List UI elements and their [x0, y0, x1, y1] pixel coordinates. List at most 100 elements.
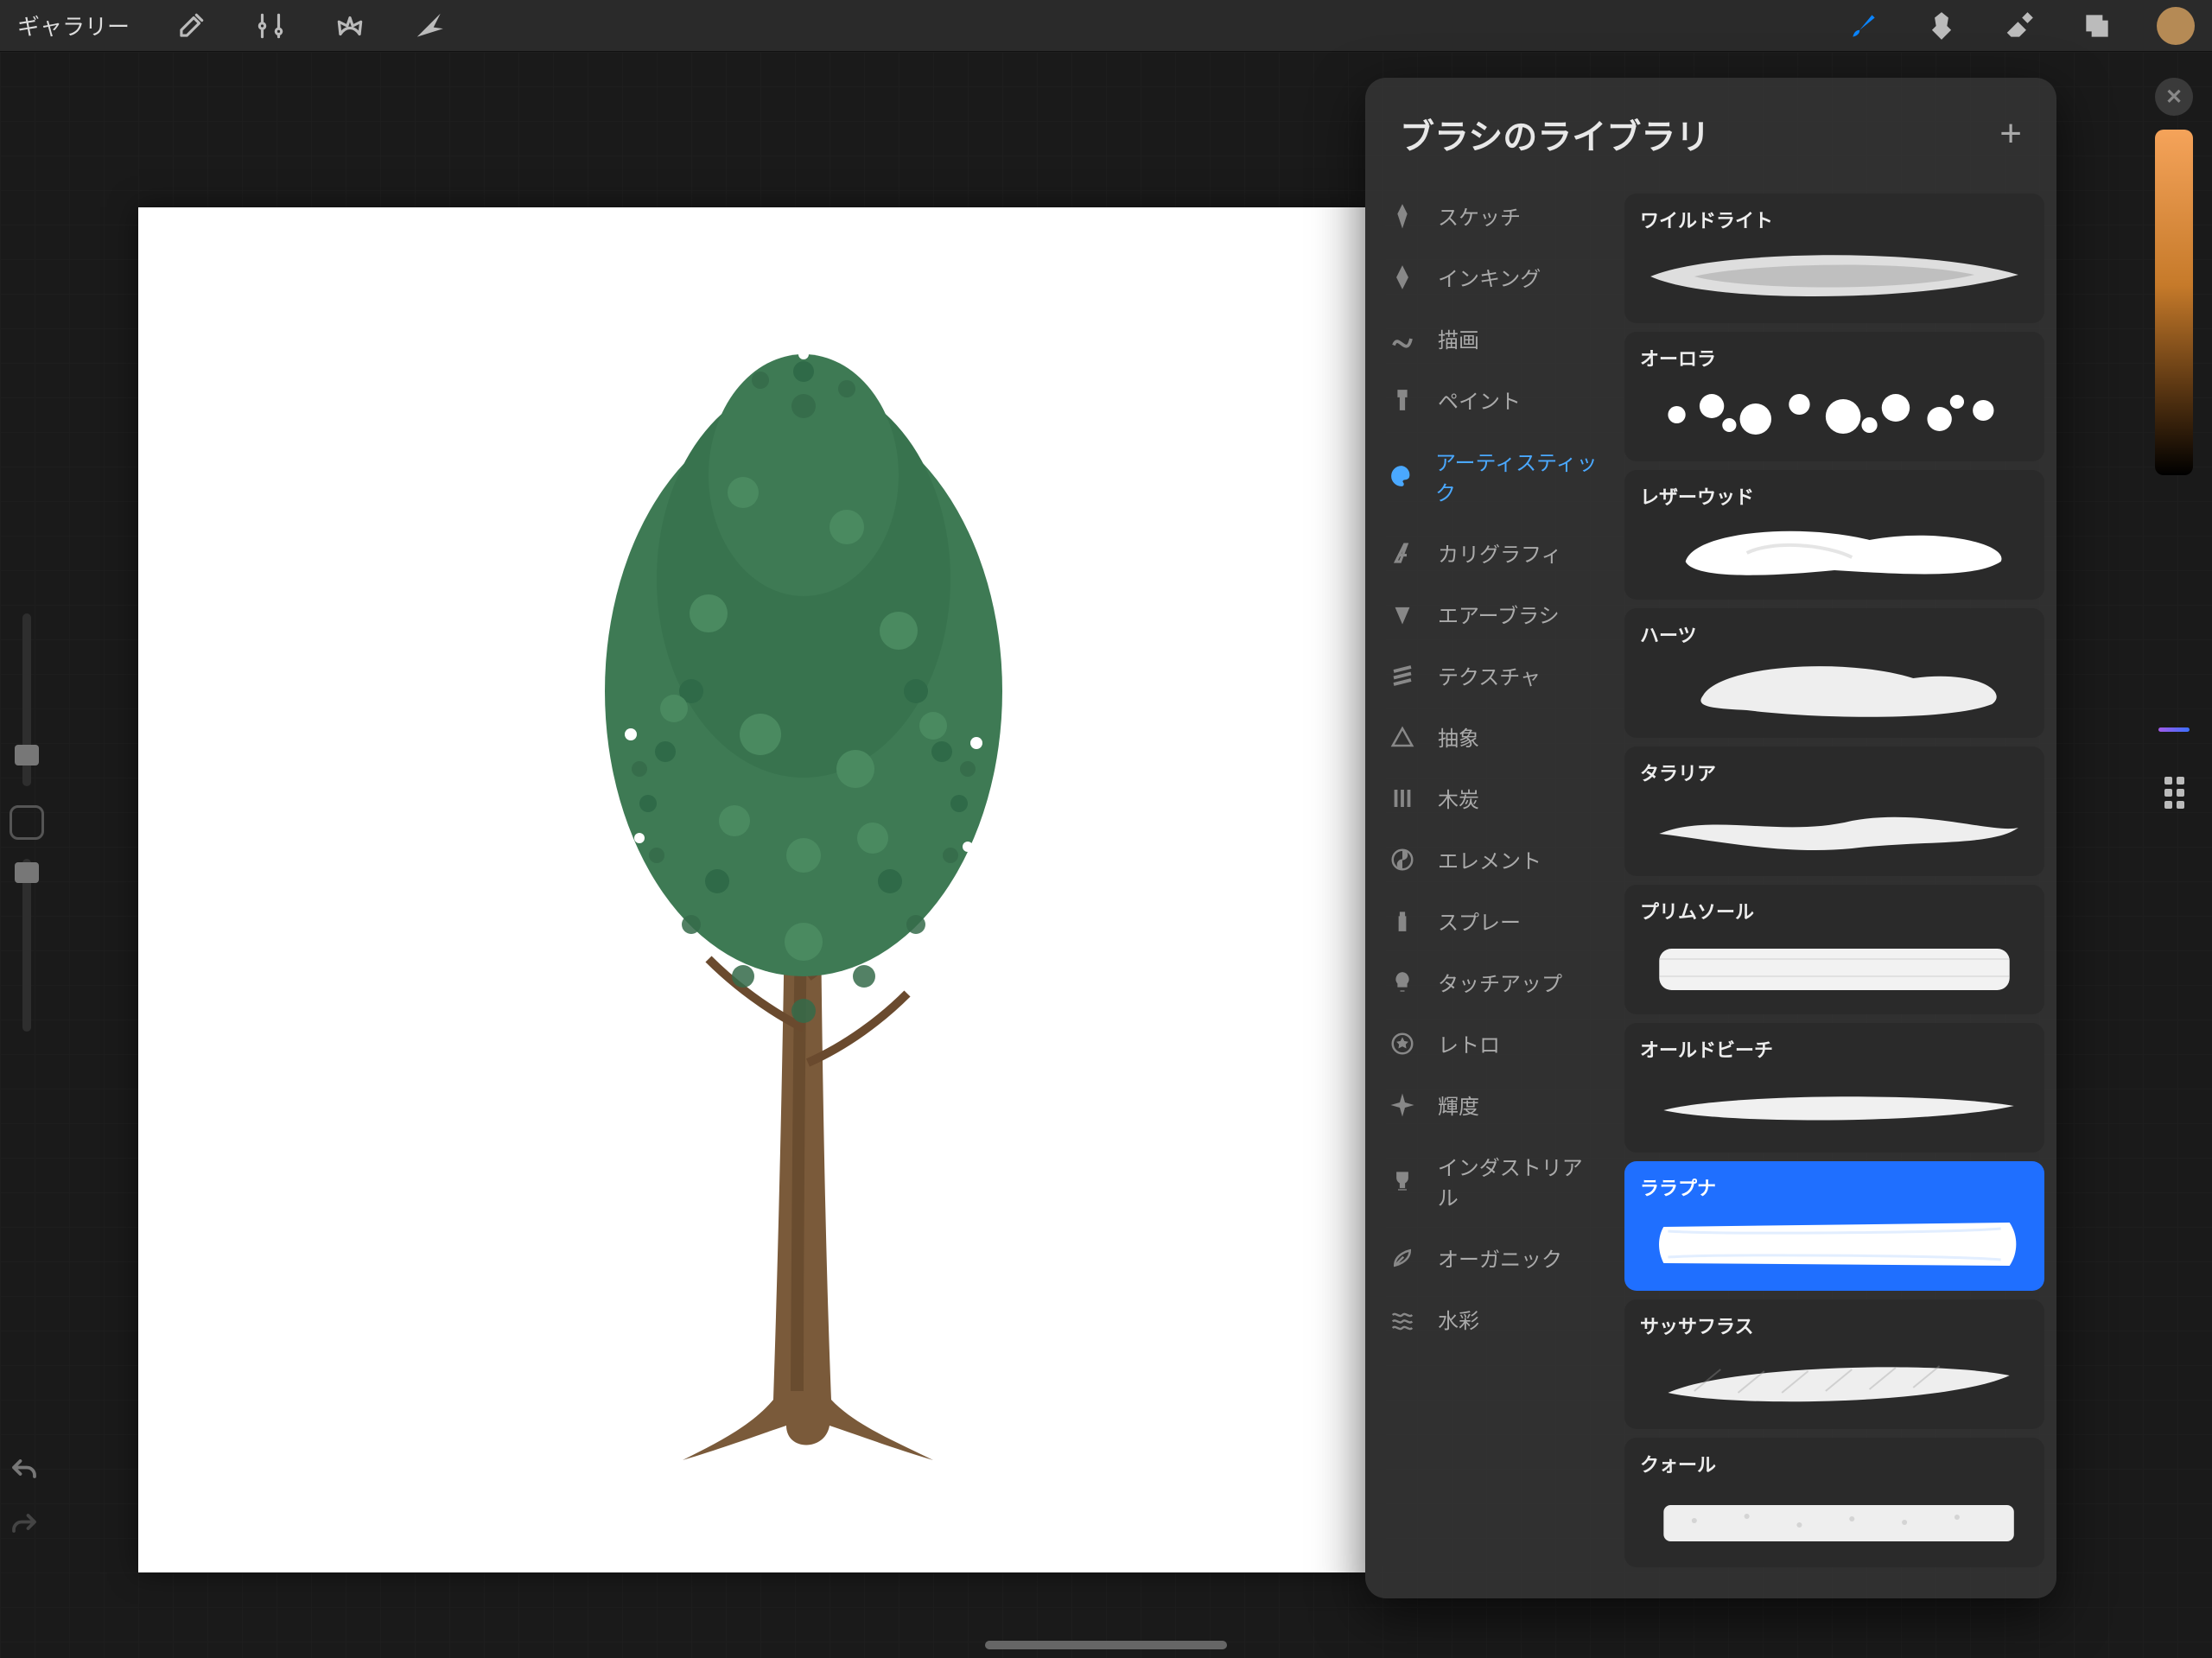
category-label: テクスチャ — [1438, 660, 1541, 690]
color-swatch[interactable] — [2157, 7, 2195, 45]
palette-grid-icon[interactable] — [2158, 777, 2190, 808]
category-label: 木炭 — [1438, 783, 1479, 813]
brush-name: オールドビーチ — [1640, 1035, 2029, 1063]
category-label: ペイント — [1438, 384, 1521, 415]
brush-category-item[interactable]: 抽象 — [1365, 706, 1624, 767]
category-label: インキング — [1438, 262, 1541, 292]
category-label: カリグラフィ — [1438, 537, 1562, 568]
right-color-sidebar: ✕ — [2148, 78, 2200, 808]
brush-category-list[interactable]: スケッチインキング描画ペイントアーティスティックカリグラフィエアーブラシテクスチ… — [1365, 180, 1624, 1598]
category-label: エレメント — [1438, 844, 1541, 874]
brush-opacity-slider[interactable] — [22, 859, 31, 1032]
brush-category-item[interactable]: 木炭 — [1365, 767, 1624, 829]
brush-category-item[interactable]: 描画 — [1365, 308, 1624, 369]
close-icon[interactable]: ✕ — [2155, 78, 2193, 116]
brush-stroke-preview — [1642, 1201, 2027, 1279]
brush-category-item[interactable]: エアーブラシ — [1365, 583, 1624, 645]
brush-item[interactable]: オーロラ — [1624, 332, 2044, 461]
brush-list[interactable]: ワイルドライトオーロラレザーウッドハーツタラリアプリムソールオールドビーチララプ… — [1624, 180, 2056, 1598]
squiggle-icon — [1388, 324, 1417, 353]
bars-icon — [1388, 784, 1417, 813]
gallery-button[interactable]: ギャラリー — [17, 10, 130, 41]
brush-item[interactable]: ハーツ — [1624, 608, 2044, 738]
brush-item[interactable]: レザーウッド — [1624, 470, 2044, 600]
wrench-icon[interactable] — [173, 8, 209, 44]
smudge-tool-icon[interactable] — [1923, 8, 1960, 44]
brush-category-item[interactable]: インキング — [1365, 246, 1624, 308]
category-label: アーティスティック — [1435, 446, 1602, 506]
hatch-icon — [1388, 661, 1417, 690]
fountain-icon — [1388, 263, 1417, 292]
brush-name: プリムソール — [1640, 897, 2029, 924]
brush-category-item[interactable]: インダストリアル — [1365, 1135, 1624, 1227]
brush-stroke-preview — [1642, 1063, 2027, 1140]
category-label: オーガニック — [1438, 1242, 1562, 1273]
brush-category-item[interactable]: エレメント — [1365, 829, 1624, 890]
category-label: インダストリアル — [1438, 1151, 1602, 1211]
brush-name: ハーツ — [1640, 620, 2029, 648]
brush-item[interactable]: オールドビーチ — [1624, 1023, 2044, 1153]
left-sidebar — [5, 613, 48, 1032]
add-brush-button[interactable]: + — [1999, 112, 2022, 156]
brush-name: タラリア — [1640, 759, 2029, 786]
brush-stroke-preview — [1642, 233, 2027, 311]
brush-category-item[interactable]: スプレー — [1365, 890, 1624, 951]
eraser-tool-icon[interactable] — [2001, 8, 2037, 44]
spray-can-icon — [1388, 906, 1417, 936]
undo-button[interactable] — [9, 1456, 40, 1491]
category-label: 輝度 — [1438, 1089, 1479, 1120]
redo-button[interactable] — [9, 1510, 40, 1546]
brush-item[interactable]: ワイルドライト — [1624, 194, 2044, 323]
brush-category-item[interactable]: ペイント — [1365, 369, 1624, 430]
brush-category-item[interactable]: テクスチャ — [1365, 645, 1624, 706]
category-label: 抽象 — [1438, 721, 1479, 752]
brush-category-item[interactable]: オーガニック — [1365, 1227, 1624, 1288]
brush-tool-icon[interactable] — [1846, 8, 1882, 44]
home-indicator — [985, 1641, 1227, 1649]
canvas[interactable] — [138, 207, 1365, 1572]
brush-category-item[interactable]: 水彩 — [1365, 1288, 1624, 1350]
hue-indicator[interactable] — [2158, 727, 2190, 732]
brush-stroke-preview — [1642, 648, 2027, 726]
brush-category-item[interactable]: レトロ — [1365, 1013, 1624, 1074]
brush-name: ワイルドライト — [1640, 206, 2029, 233]
brush-item[interactable]: サッサフラス — [1624, 1299, 2044, 1429]
brush-category-item[interactable]: タッチアップ — [1365, 951, 1624, 1013]
brush-category-item[interactable]: スケッチ — [1365, 185, 1624, 246]
layers-icon[interactable] — [2079, 8, 2115, 44]
brush-name: サッサフラス — [1640, 1312, 2029, 1339]
selection-icon[interactable] — [332, 8, 368, 44]
brush-name: オーロラ — [1640, 344, 2029, 372]
brush-library-title: ブラシのライブラリ — [1400, 109, 1710, 159]
italic-a-icon — [1388, 538, 1417, 568]
pen-nib-icon — [1388, 201, 1417, 231]
triangle-icon — [1388, 722, 1417, 752]
brush-size-slider[interactable] — [22, 613, 31, 786]
category-label: スケッチ — [1438, 200, 1521, 231]
brush-category-item[interactable]: アーティスティック — [1365, 430, 1624, 522]
move-icon[interactable] — [411, 8, 448, 44]
brush-stroke-preview — [1642, 510, 2027, 588]
modify-button[interactable] — [10, 805, 44, 840]
leaf-icon — [1388, 1243, 1417, 1273]
brush-item[interactable]: ララプナ — [1624, 1161, 2044, 1291]
spray-cone-icon — [1388, 600, 1417, 629]
color-gradient-bar[interactable] — [2155, 130, 2193, 475]
brush-flat-icon — [1388, 385, 1417, 415]
sparkle-icon — [1388, 1090, 1417, 1120]
adjust-icon[interactable] — [252, 8, 289, 44]
brush-name: ララプナ — [1640, 1173, 2029, 1201]
brush-item[interactable]: クォール — [1624, 1438, 2044, 1567]
brush-item[interactable]: プリムソール — [1624, 885, 2044, 1014]
brush-stroke-preview — [1642, 1339, 2027, 1417]
category-label: 水彩 — [1438, 1304, 1479, 1334]
category-label: タッチアップ — [1438, 967, 1562, 997]
star-circle-icon — [1388, 1029, 1417, 1058]
brush-stroke-preview — [1642, 372, 2027, 449]
brush-name: クォール — [1640, 1450, 2029, 1477]
waves-icon — [1388, 1305, 1417, 1334]
brush-category-item[interactable]: 輝度 — [1365, 1074, 1624, 1135]
brush-category-item[interactable]: カリグラフィ — [1365, 522, 1624, 583]
brush-item[interactable]: タラリア — [1624, 746, 2044, 876]
category-label: エアーブラシ — [1438, 599, 1560, 629]
